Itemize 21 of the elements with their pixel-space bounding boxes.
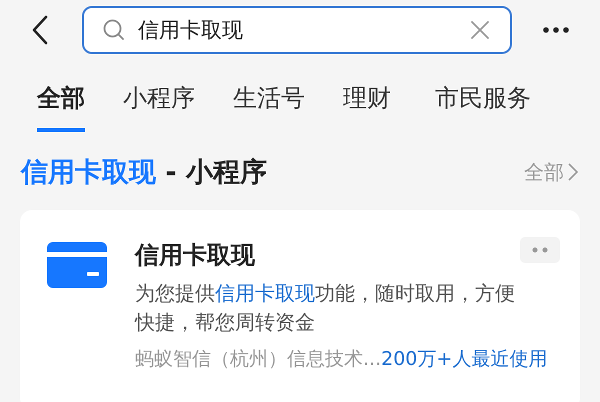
- more-icon[interactable]: [543, 27, 569, 33]
- credit-card-icon: [47, 242, 107, 288]
- back-icon[interactable]: [32, 15, 48, 45]
- tab[interactable]: 市民服务: [435, 82, 531, 132]
- search-icon: [102, 18, 126, 42]
- chevron-right-icon: [568, 162, 578, 182]
- tab[interactable]: 理财: [343, 82, 391, 132]
- usage-count: 200万+人最近使用: [381, 348, 548, 370]
- tab[interactable]: 全部: [37, 82, 85, 132]
- section-title: 信用卡取现 - 小程序: [21, 156, 268, 190]
- provider-name: 蚂蚁智信（杭州）信息技术...: [135, 348, 382, 370]
- result-card[interactable]: 信用卡取现 为您提供信用卡取现功能，随时取用，方便快捷，帮您周转资金 蚂蚁智信（杭州）信息技术...200万+人最近使用: [20, 210, 580, 402]
- more-icon: [532, 247, 548, 253]
- search-field[interactable]: 信用卡取现: [82, 6, 512, 54]
- tab[interactable]: 生活号: [233, 82, 305, 132]
- options-button[interactable]: [520, 237, 560, 263]
- clear-icon[interactable]: [470, 20, 490, 40]
- tab[interactable]: 小程序: [123, 82, 195, 132]
- result-title: 信用卡取现: [135, 240, 256, 270]
- result-description: 为您提供信用卡取现功能，随时取用，方便快捷，帮您周转资金: [135, 280, 515, 336]
- search-query: 信用卡取现: [138, 17, 244, 44]
